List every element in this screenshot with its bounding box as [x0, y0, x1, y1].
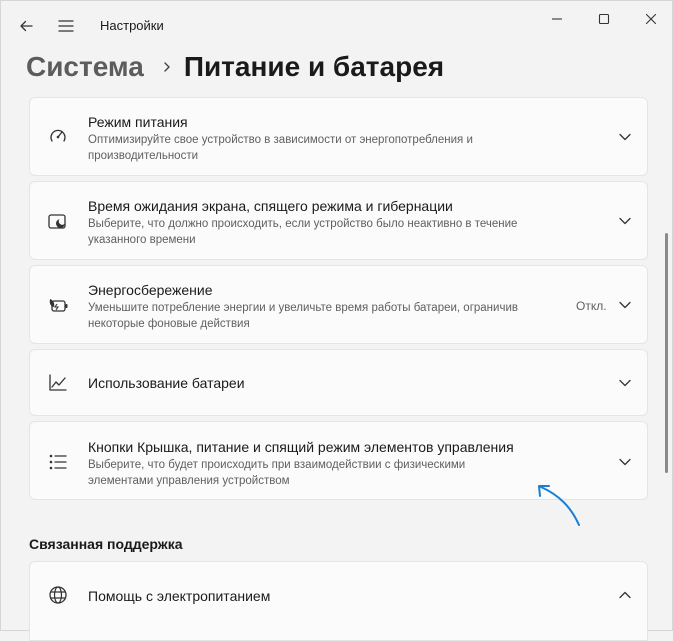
card-description: Уменьшите потребление энергии и увеличьт…	[88, 302, 518, 330]
chevron-down-icon[interactable]	[616, 296, 634, 314]
chevron-down-icon[interactable]	[616, 212, 634, 230]
card-title: Кнопки Крышка, питание и спящий режим эл…	[88, 439, 514, 455]
card-title: Использование батареи	[88, 375, 245, 391]
app-title: Настройки	[100, 18, 164, 33]
scrollbar-thumb[interactable]	[665, 233, 668, 473]
minimize-button[interactable]	[537, 5, 577, 33]
maximize-button[interactable]	[584, 5, 624, 33]
card-title: Энергосбережение	[88, 282, 213, 298]
energy-saver-status: Откл.	[576, 299, 607, 313]
globe-icon	[47, 584, 69, 606]
breadcrumb: Система Питание и батарея	[26, 47, 444, 87]
card-description: Выберите, что будет происходить при взаи…	[88, 459, 466, 487]
minimize-icon	[552, 18, 562, 20]
card-title: Помощь с электропитанием	[88, 588, 271, 604]
annotation-arrow-icon	[538, 485, 580, 526]
power-mode-card[interactable]: Режим питания Оптимизируйте свое устройс…	[29, 97, 648, 176]
card-title: Время ожидания экрана, спящего режима и …	[88, 198, 453, 214]
power-help-card[interactable]: Помощь с электропитанием	[29, 561, 648, 641]
chevron-down-icon[interactable]	[616, 128, 634, 146]
back-button[interactable]	[11, 11, 41, 41]
close-icon	[645, 13, 657, 25]
maximize-icon	[598, 13, 610, 25]
card-description: Выберите, что должно происходить, если у…	[88, 218, 518, 246]
navigation-menu-button[interactable]	[51, 11, 81, 41]
page-title: Питание и батарея	[183, 51, 445, 82]
hamburger-menu-icon	[58, 20, 74, 32]
chevron-down-icon[interactable]	[616, 453, 634, 471]
lid-buttons-icon	[47, 451, 69, 473]
breadcrumb-parent-link[interactable]: Система	[26, 51, 144, 83]
title-bar: Настройки	[1, 1, 672, 49]
energy-saver-icon	[47, 295, 69, 317]
card-title: Режим питания	[88, 114, 188, 130]
screen-sleep-icon	[47, 211, 69, 233]
chevron-down-icon[interactable]	[616, 374, 634, 392]
back-arrow-icon	[20, 20, 33, 32]
chevron-up-icon[interactable]	[616, 586, 634, 604]
settings-window: Настройки Система Питание и батарея Режи…	[0, 0, 673, 641]
battery-usage-icon	[47, 372, 69, 394]
close-button[interactable]	[631, 5, 671, 33]
breadcrumb-chevron-icon	[162, 61, 172, 73]
screen-sleep-card[interactable]: Время ожидания экрана, спящего режима и …	[29, 181, 648, 260]
power-mode-icon	[47, 125, 69, 147]
battery-usage-card[interactable]: Использование батареи	[29, 349, 648, 416]
energy-saver-card[interactable]: Энергосбережение Уменьшите потребление э…	[29, 265, 648, 344]
section-header-related-support: Связанная поддержка	[29, 536, 183, 552]
card-description: Оптимизируйте свое устройство в зависимо…	[88, 134, 473, 162]
